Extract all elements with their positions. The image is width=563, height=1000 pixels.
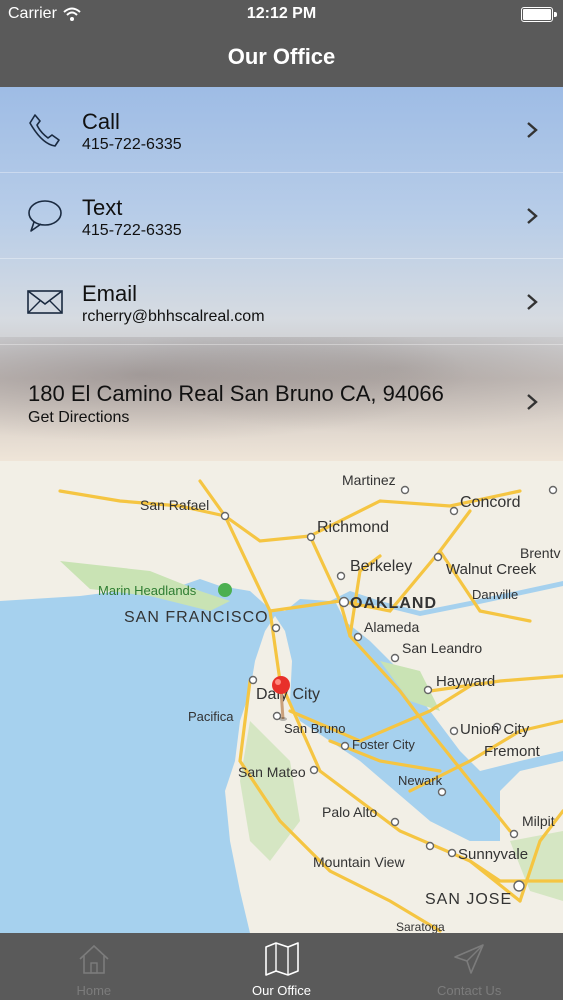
contact-panel: Call 415-722-6335 Text 415-722-6335 Emai…	[0, 87, 563, 461]
envelope-icon	[27, 290, 63, 314]
home-icon	[79, 944, 109, 974]
map-label-fremont: Fremont	[484, 743, 541, 760]
speech-bubble-icon	[28, 200, 62, 232]
email-row[interactable]: Email rcherry@bhhscalreal.com	[0, 259, 563, 345]
email-label: Email	[82, 281, 138, 306]
map-label-san-mateo: San Mateo	[238, 764, 306, 780]
status-time: 12:12 PM	[246, 5, 317, 22]
chevron-right-icon	[527, 122, 538, 138]
marin-headlands-park-icon	[218, 583, 232, 597]
phone-icon	[29, 114, 60, 147]
get-directions-label: Get Directions	[28, 409, 130, 426]
map-label-milpitas: Milpit	[522, 813, 555, 829]
text-row[interactable]: Text 415-722-6335	[0, 173, 563, 259]
map-label-san-rafael: San Rafael	[140, 497, 209, 513]
navigation-bar: Our Office	[0, 30, 563, 87]
tab-bar: Home Our Office Contact Us	[0, 933, 563, 1000]
battery-icon	[521, 7, 557, 22]
email-address: rcherry@bhhscalreal.com	[82, 308, 265, 325]
chevron-right-icon	[527, 208, 538, 224]
map-label-san-jose: SAN JOSE	[425, 891, 512, 908]
map-label-marin-headlands: Marin Headlands	[98, 583, 197, 598]
map-label-union-city: Union City	[460, 721, 530, 738]
map-label-mountain-view: Mountain View	[313, 854, 405, 870]
map-label-martinez: Martinez	[342, 472, 396, 488]
tab-our-office[interactable]: Our Office	[188, 933, 376, 1000]
text-label: Text	[82, 195, 123, 220]
map-label-danville: Danville	[472, 587, 518, 602]
chevron-right-icon	[527, 294, 538, 310]
map-label-sunnyvale: Sunnyvale	[458, 846, 528, 863]
map-label-palo-alto: Palo Alto	[322, 804, 377, 820]
map-label-san-francisco: SAN FRANCISCO	[124, 609, 269, 626]
map-label-oakland: OAKLAND	[350, 595, 437, 612]
call-number: 415-722-6335	[82, 136, 182, 153]
paper-plane-icon	[454, 944, 484, 974]
tab-contact-us-label: Contact Us	[437, 983, 502, 998]
tab-home[interactable]: Home	[0, 933, 188, 1000]
map-label-berkeley: Berkeley	[350, 558, 412, 575]
office-map[interactable]: Martinez Concord San Rafael Richmond Bre…	[0, 461, 563, 933]
map-icon	[264, 942, 299, 976]
text-number: 415-722-6335	[82, 222, 182, 239]
map-label-walnut-creek: Walnut Creek	[446, 561, 537, 578]
map-label-san-leandro: San Leandro	[402, 640, 482, 656]
map-label-hayward: Hayward	[436, 673, 495, 690]
map-label-brentwood: Brentv	[520, 545, 560, 561]
address-row[interactable]: 180 El Camino Real San Bruno CA, 94066 G…	[0, 345, 563, 460]
map-label-newark: Newark	[398, 773, 443, 788]
map-label-concord: Concord	[460, 494, 520, 511]
map-label-foster-city: Foster City	[352, 737, 415, 752]
tab-home-label: Home	[76, 983, 112, 998]
status-bar: Carrier 12:12 PM	[0, 0, 563, 30]
map-label-alameda: Alameda	[364, 619, 419, 635]
map-label-pacifica: Pacifica	[188, 709, 234, 724]
chevron-right-icon	[527, 394, 538, 410]
page-title: Our Office	[227, 44, 336, 69]
office-address: 180 El Camino Real San Bruno CA, 94066	[28, 381, 444, 406]
map-label-san-bruno: San Bruno	[284, 721, 345, 736]
tab-contact-us[interactable]: Contact Us	[375, 933, 563, 1000]
map-canvas: Martinez Concord San Rafael Richmond Bre…	[0, 461, 563, 933]
map-label-richmond: Richmond	[317, 519, 389, 536]
call-label: Call	[82, 109, 120, 134]
call-row[interactable]: Call 415-722-6335	[0, 87, 563, 173]
map-label-saratoga: Saratoga	[396, 920, 445, 933]
tab-our-office-label: Our Office	[252, 983, 312, 998]
